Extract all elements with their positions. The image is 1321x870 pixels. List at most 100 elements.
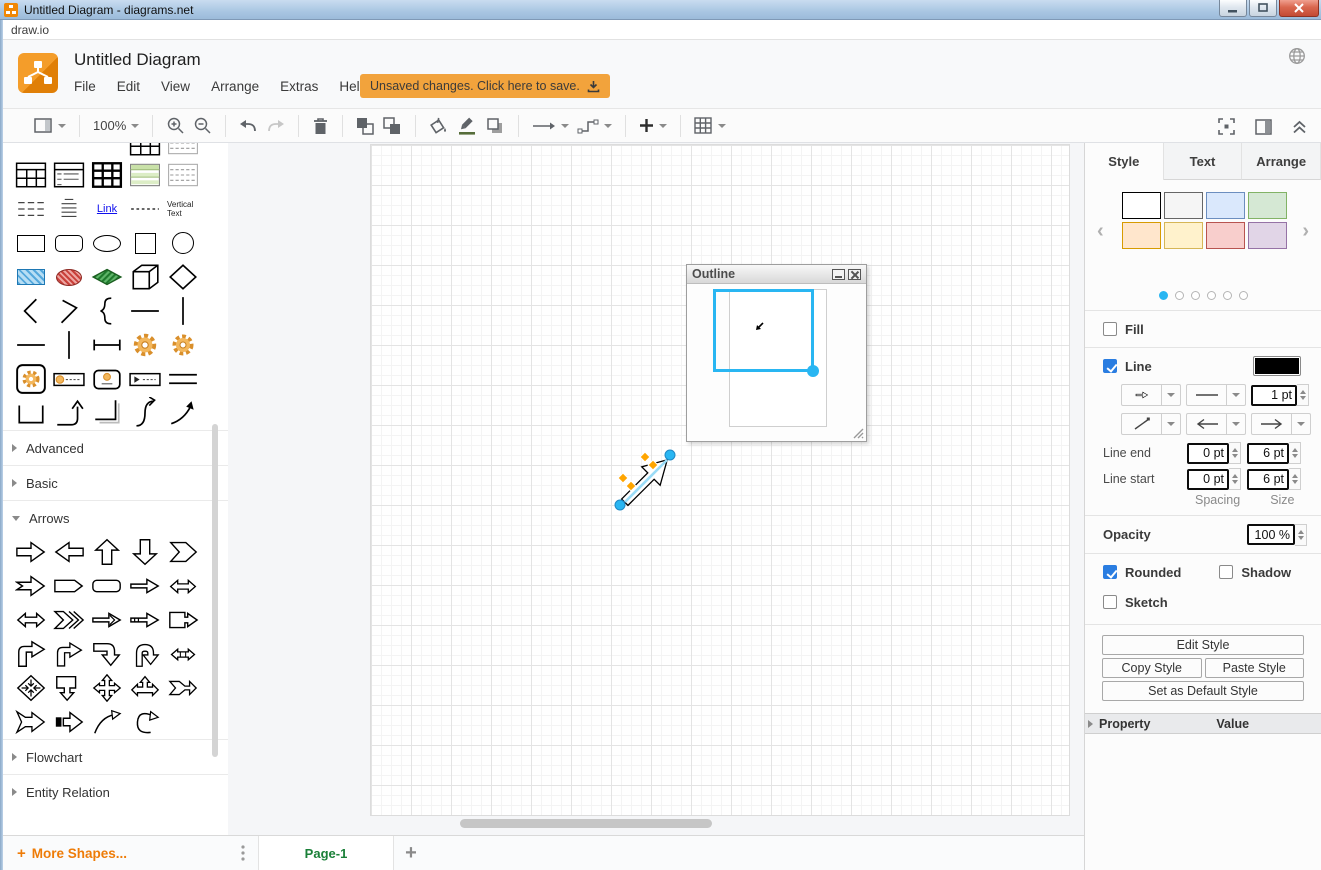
canvas-horizontal-scrollbar[interactable] bbox=[460, 819, 712, 828]
shape-play-box[interactable] bbox=[129, 363, 161, 395]
shape-table-plain[interactable] bbox=[167, 159, 199, 191]
line-width-input[interactable] bbox=[1251, 385, 1297, 406]
os-titlebar[interactable]: Untitled Diagram - diagrams.net bbox=[0, 0, 1321, 20]
carousel-next-icon[interactable]: › bbox=[1302, 220, 1309, 243]
shape-rectangle[interactable] bbox=[15, 227, 47, 259]
shape-three-way-arrow[interactable] bbox=[129, 672, 161, 704]
line-color-button[interactable] bbox=[453, 113, 482, 139]
connection-style-select[interactable] bbox=[1121, 384, 1181, 406]
menu-edit[interactable]: Edit bbox=[117, 79, 140, 94]
zoom-out-button[interactable] bbox=[189, 113, 216, 139]
carousel-prev-icon[interactable]: ‹ bbox=[1097, 220, 1104, 243]
collapse-toolbar-button[interactable] bbox=[1288, 114, 1311, 140]
shape-curved-swoosh-arrow[interactable] bbox=[91, 706, 123, 738]
menu-view[interactable]: View bbox=[161, 79, 190, 94]
shape-corner-arrow-rounded[interactable] bbox=[53, 638, 85, 670]
carousel-dot[interactable] bbox=[1159, 291, 1168, 300]
shape-arrow-right[interactable] bbox=[15, 536, 47, 568]
more-shapes-button[interactable]: + More Shapes... bbox=[3, 835, 228, 870]
shape-list[interactable] bbox=[53, 159, 85, 191]
shadow-checkbox[interactable] bbox=[1219, 565, 1233, 579]
tab-arrange[interactable]: Arrange bbox=[1242, 143, 1321, 180]
shape-double-line[interactable] bbox=[167, 363, 199, 395]
sketch-checkbox[interactable] bbox=[1103, 595, 1117, 609]
fill-color-button[interactable] bbox=[425, 113, 453, 139]
size-stepper[interactable] bbox=[1289, 468, 1301, 490]
line-width-stepper[interactable] bbox=[1297, 384, 1309, 406]
line-start-size-input[interactable] bbox=[1247, 469, 1289, 490]
shape-text-list[interactable] bbox=[53, 193, 85, 225]
zoom-in-button[interactable] bbox=[162, 113, 189, 139]
pages-menu-button[interactable] bbox=[228, 836, 258, 870]
section-advanced[interactable]: Advanced bbox=[3, 430, 228, 465]
line-end-arrow-select[interactable] bbox=[1251, 413, 1311, 435]
shape-table-bold[interactable] bbox=[91, 159, 123, 191]
shape-gear-box[interactable] bbox=[15, 363, 47, 395]
shape-circle[interactable] bbox=[167, 227, 199, 259]
drawing-page[interactable] bbox=[370, 144, 1070, 816]
waypoint-style-button[interactable] bbox=[573, 113, 616, 139]
shape-two-way-arrow[interactable] bbox=[15, 604, 47, 636]
line-end-spacing-input[interactable] bbox=[1187, 443, 1229, 464]
shape-gear[interactable] bbox=[129, 329, 161, 361]
maximize-button[interactable] bbox=[1249, 0, 1277, 17]
section-arrows[interactable]: Arrows bbox=[3, 500, 228, 535]
shape-text-grid[interactable] bbox=[15, 193, 47, 225]
shape-corner[interactable] bbox=[91, 397, 123, 429]
style-swatch-blue[interactable] bbox=[1206, 192, 1245, 219]
shape-line-with-caps[interactable] bbox=[91, 329, 123, 361]
line-style-select[interactable] bbox=[1186, 384, 1246, 406]
shape-vertical-line-2[interactable] bbox=[53, 329, 85, 361]
section-flowchart[interactable]: Flowchart bbox=[3, 739, 228, 774]
shape-tail-stripe-arrow[interactable] bbox=[53, 706, 85, 738]
shape-table-clipped[interactable] bbox=[129, 143, 161, 158]
line-end-size-input[interactable] bbox=[1247, 443, 1289, 464]
opacity-input[interactable] bbox=[1247, 524, 1295, 545]
redo-button[interactable] bbox=[262, 113, 289, 139]
line-checkbox[interactable] bbox=[1103, 359, 1117, 373]
menu-file[interactable]: File bbox=[74, 79, 96, 94]
shape-arrow-left[interactable] bbox=[53, 536, 85, 568]
shape-arrow-up[interactable] bbox=[91, 536, 123, 568]
tab-style[interactable]: Style bbox=[1085, 143, 1164, 180]
shape-curly-brace[interactable] bbox=[91, 295, 123, 327]
rounded-checkbox[interactable] bbox=[1103, 565, 1117, 579]
shape-textured-rectangle[interactable] bbox=[15, 261, 47, 293]
to-back-button[interactable] bbox=[379, 113, 406, 139]
waypoint-select[interactable] bbox=[1121, 413, 1181, 435]
style-swatch-orange[interactable] bbox=[1122, 222, 1161, 249]
shape-vertical-text[interactable]: Vertical Text bbox=[167, 193, 199, 225]
shape-square[interactable] bbox=[129, 227, 161, 259]
outline-minimize-button[interactable] bbox=[832, 269, 845, 280]
shape-arrow-chevron-head[interactable] bbox=[91, 604, 123, 636]
fullscreen-button[interactable] bbox=[1214, 114, 1239, 140]
edit-style-button[interactable]: Edit Style bbox=[1102, 635, 1304, 655]
shape-bent-down-arrow[interactable] bbox=[91, 638, 123, 670]
menu-extras[interactable]: Extras bbox=[280, 79, 318, 94]
shape-chevron[interactable] bbox=[167, 536, 199, 568]
shape-rounded-rectangle[interactable] bbox=[53, 227, 85, 259]
shape-container-u[interactable] bbox=[15, 397, 47, 429]
shape-angle-left[interactable] bbox=[15, 295, 47, 327]
style-swatch-green[interactable] bbox=[1248, 192, 1287, 219]
carousel-dot[interactable] bbox=[1191, 291, 1200, 300]
shape-vertical-line[interactable] bbox=[167, 295, 199, 327]
size-stepper[interactable] bbox=[1289, 442, 1301, 464]
shape-horizontal-line-2[interactable] bbox=[15, 329, 47, 361]
outline-viewport-handle[interactable] bbox=[807, 365, 819, 377]
style-swatch-yellow[interactable] bbox=[1164, 222, 1203, 249]
shape-horizontal-dashed-line[interactable] bbox=[129, 193, 161, 225]
unsaved-changes-banner[interactable]: Unsaved changes. Click here to save. bbox=[360, 74, 610, 98]
document-title[interactable]: Untitled Diagram bbox=[74, 50, 201, 70]
shape-table-dashed-clipped[interactable] bbox=[167, 143, 199, 158]
shape-gear-label[interactable] bbox=[53, 363, 85, 395]
shape-funnel-arrow[interactable] bbox=[167, 672, 199, 704]
shape-diamond[interactable] bbox=[167, 261, 199, 293]
shape-curved-arrow[interactable] bbox=[167, 397, 199, 429]
shape-pentagon-arrow[interactable] bbox=[53, 570, 85, 602]
shape-table[interactable] bbox=[15, 159, 47, 191]
shape-cube[interactable] bbox=[129, 261, 161, 293]
style-swatch-gray[interactable] bbox=[1164, 192, 1203, 219]
line-start-arrow-select[interactable] bbox=[1186, 413, 1246, 435]
shape-ellipse[interactable] bbox=[91, 227, 123, 259]
